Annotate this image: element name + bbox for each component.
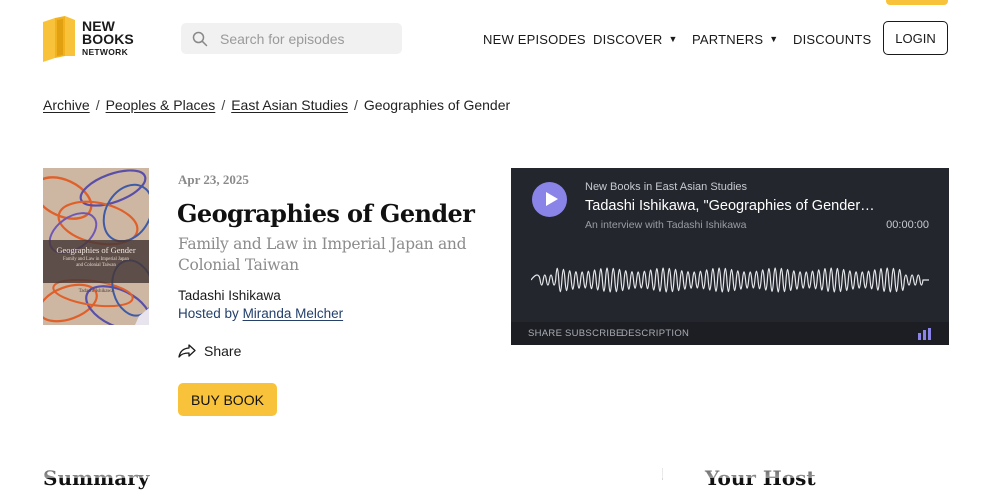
share-button[interactable]: Share (178, 343, 241, 359)
nav-new-episodes[interactable]: NEW EPISODES (483, 31, 586, 47)
breadcrumb-east-asian-studies[interactable]: East Asian Studies (231, 97, 348, 113)
player-time: 00:00:00 (886, 219, 929, 231)
play-button[interactable] (532, 182, 567, 217)
logo-wordmark: NEW BOOKS NETWORK (82, 19, 134, 59)
player-share-link[interactable]: SHARE (528, 328, 562, 339)
logo-line-3: NETWORK (82, 46, 129, 57)
cover-subtitle-line-1: Family and Law in Imperial Japan (63, 257, 129, 262)
login-button[interactable]: LOGIN (883, 21, 948, 55)
top-accent-tab (886, 0, 948, 5)
book-subtitle: Family and Law in Imperial Japan and Col… (178, 235, 467, 274)
player-description: An interview with Tadashi Ishikawa (585, 219, 747, 231)
nav-discover-label: DISCOVER (593, 31, 663, 47)
breadcrumb-archive[interactable]: Archive (43, 97, 90, 113)
hosted-by-prefix: Hosted by (178, 306, 239, 321)
nav-partners-label: PARTNERS (692, 31, 764, 47)
search-input[interactable] (218, 29, 397, 48)
waveform-path (531, 267, 929, 293)
book-cover-image: Geographies of Gender Family and Law in … (43, 168, 149, 325)
player-description-link[interactable]: DESCRIPTION (621, 328, 689, 339)
cover-subtitle-line-2: and Colonial Taiwan (76, 263, 116, 268)
host-link[interactable]: Miranda Melcher (243, 306, 344, 321)
book-author: Tadashi Ishikawa (178, 288, 281, 303)
player-show-name: New Books in East Asian Studies (585, 181, 748, 193)
episode-date: Apr 23, 2025 (178, 172, 249, 187)
audio-waveform[interactable] (531, 260, 929, 300)
nav-discounts-label: DISCOUNTS (793, 31, 872, 47)
share-label: Share (204, 343, 242, 359)
breadcrumb-peoples-places[interactable]: Peoples & Places (106, 97, 216, 113)
nav-new-episodes-label: NEW EPISODES (483, 31, 586, 47)
your-host-heading: Your Host (705, 466, 816, 490)
podcast-player: New Books in East Asian Studies Tadashi … (511, 168, 949, 345)
books-logo-icon (43, 16, 77, 62)
nav-discover[interactable]: DISCOVER ▼ (593, 31, 678, 47)
breadcrumb-current: Geographies of Gender (363, 97, 511, 113)
hosted-by: Hosted by Miranda Melcher (178, 306, 343, 321)
player-brand-icon (918, 328, 931, 340)
cover-author: Tadashi Ishikawa (78, 289, 114, 294)
search-icon (192, 31, 208, 46)
buy-book-button[interactable]: BUY BOOK (178, 383, 277, 416)
new-books-network-logo[interactable]: NEW BOOKS NETWORK (43, 15, 153, 63)
cover-subtitle: Family and Law in Imperial Japan and Col… (43, 257, 149, 269)
logo-line-2: BOOKS (82, 30, 134, 47)
chevron-down-icon: ▼ (769, 34, 779, 44)
cover-title: Geographies of Gender (56, 245, 136, 255)
breadcrumb: Archive / Peoples & Places / East Asian Stud… (43, 97, 511, 113)
chevron-down-icon: ▼ (668, 34, 678, 44)
player-subscribe-link[interactable]: SUBSCRIBE (565, 328, 623, 339)
book-title: Geographies of Gender (177, 199, 475, 228)
player-episode-title: Tadashi Ishikawa, "Geographies of Gender… (585, 198, 875, 214)
nav-partners[interactable]: PARTNERS ▼ (692, 31, 778, 47)
nav-discounts[interactable]: DISCOUNTS (793, 31, 871, 47)
summary-heading: Summary (43, 466, 150, 490)
column-divider (662, 468, 663, 480)
player-footer-bar: SHARE SUBSCRIBE DESCRIPTION (511, 322, 949, 345)
share-arrow-icon (178, 344, 196, 358)
search-bar[interactable] (181, 23, 402, 54)
